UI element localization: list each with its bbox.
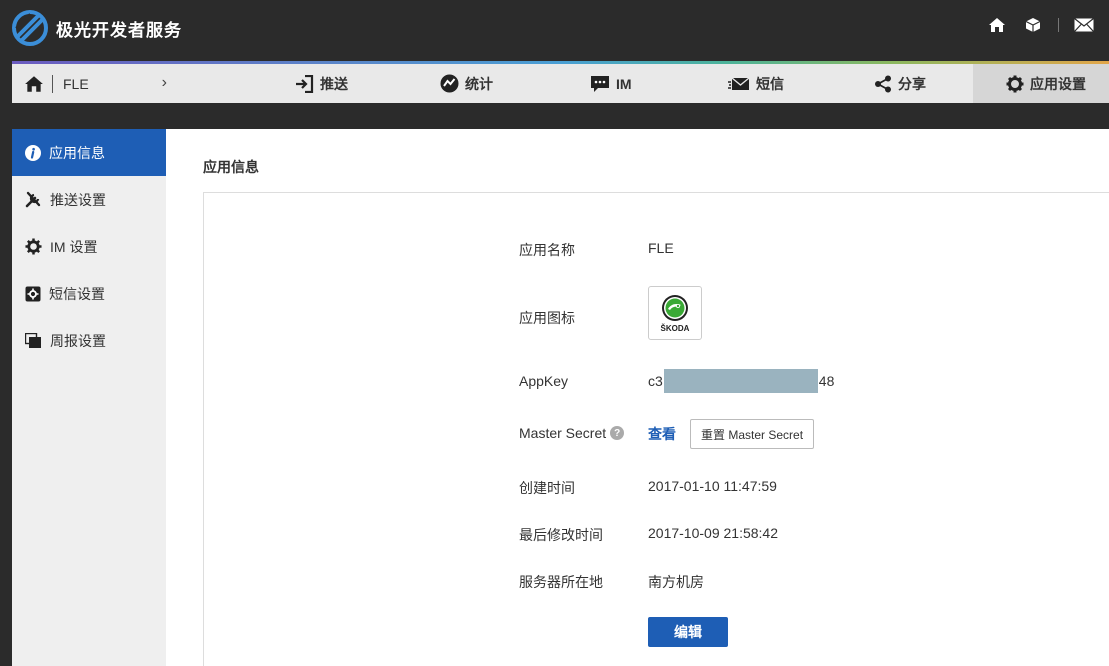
master-secret-label: Master Secret: [519, 425, 607, 441]
appkey-redaction-mask: [663, 369, 818, 393]
tab-share-label: 分享: [898, 75, 926, 92]
tools-icon: [25, 191, 41, 208]
report-icon: [25, 332, 41, 348]
appkey-prefix: c3: [648, 373, 663, 389]
main-nav: FLE › 推送 统计 IM 短信 分享 应用设置: [12, 61, 1109, 103]
edit-button[interactable]: 编辑: [648, 617, 728, 647]
share-icon: [875, 75, 891, 92]
tab-sms[interactable]: 短信: [728, 64, 784, 103]
gear-icon: [25, 238, 42, 255]
top-bar: 极光开发者服务: [0, 0, 1109, 60]
sidebar-item-label: 推送设置: [50, 191, 106, 208]
field-label-master-secret: Master Secret ?: [519, 425, 625, 441]
chat-icon: [591, 75, 609, 92]
sidebar-item-im-settings[interactable]: IM 设置: [12, 223, 166, 270]
sms-icon: [728, 76, 750, 90]
nav-home[interactable]: FLE ›: [12, 64, 167, 103]
main-content: 应用信息 应用名称 FLE 应用图标 ŠKODA AppKey c3 48 Ma…: [166, 129, 1109, 666]
nav-separator: [52, 74, 53, 93]
jiguang-logo-icon: [12, 10, 48, 46]
field-value-created: 2017-01-10 11:47:59: [648, 478, 777, 494]
view-secret-link[interactable]: 查看: [648, 424, 676, 444]
field-label-region: 服务器所在地: [519, 574, 603, 590]
home-icon: [25, 75, 43, 92]
top-separator: [1058, 18, 1059, 32]
stats-icon: [440, 74, 459, 93]
help-icon[interactable]: ?: [610, 426, 625, 440]
mail-icon[interactable]: [1073, 14, 1095, 36]
sidebar-item-label: IM 设置: [50, 238, 98, 255]
sidebar-item-label: 应用信息: [49, 144, 105, 161]
tab-stats-label: 统计: [465, 75, 493, 92]
field-label-created: 创建时间: [519, 480, 575, 496]
field-label-modified: 最后修改时间: [519, 527, 603, 543]
reset-master-secret-button[interactable]: 重置 Master Secret: [690, 419, 815, 449]
tab-im[interactable]: IM: [590, 64, 632, 103]
sidebar-item-push-settings[interactable]: 推送设置: [12, 176, 166, 223]
sidebar-item-label: 短信设置: [49, 285, 105, 302]
sms-settings-icon: [25, 286, 41, 301]
app-icon-brand: ŠKODA: [660, 323, 690, 333]
field-label-app-icon: 应用图标: [519, 310, 575, 326]
tab-share[interactable]: 分享: [874, 64, 926, 103]
app-icon-image: ŠKODA: [648, 286, 702, 340]
nav-color-stripe: [12, 61, 1109, 64]
current-app-name: FLE: [63, 75, 89, 92]
field-value-app-icon: ŠKODA: [648, 286, 702, 340]
chevron-right-icon[interactable]: ›: [162, 74, 167, 92]
tab-push[interactable]: 推送: [294, 64, 348, 103]
sidebar-item-label: 周报设置: [50, 332, 106, 349]
tab-stats[interactable]: 统计: [440, 64, 493, 103]
push-icon: [296, 74, 314, 93]
sidebar: 应用信息 推送设置 IM 设置 短信设置 周报设置: [12, 129, 166, 666]
sidebar-item-sms-settings[interactable]: 短信设置: [12, 270, 166, 317]
tab-app-settings-label: 应用设置: [1030, 75, 1086, 92]
cube-icon[interactable]: [1022, 14, 1044, 36]
top-icons: [972, 14, 1095, 36]
sidebar-item-app-info[interactable]: 应用信息: [12, 129, 166, 176]
app-info-card: 应用名称 FLE 应用图标 ŠKODA AppKey c3 48 Master …: [203, 192, 1109, 666]
tab-sms-label: 短信: [756, 75, 784, 92]
sidebar-item-weekly-report[interactable]: 周报设置: [12, 317, 166, 364]
field-value-app-name: FLE: [648, 240, 674, 256]
brand-title: 极光开发者服务: [56, 20, 182, 40]
info-icon: [25, 144, 41, 161]
brand[interactable]: 极光开发者服务: [12, 10, 182, 46]
tab-push-label: 推送: [320, 75, 348, 92]
field-label-app-name: 应用名称: [519, 242, 575, 258]
gear-icon: [1006, 75, 1024, 92]
field-value-appkey: c3 48: [648, 369, 834, 393]
field-value-modified: 2017-10-09 21:58:42: [648, 525, 778, 541]
tab-im-label: IM: [616, 75, 632, 92]
field-value-region: 南方机房: [648, 574, 704, 590]
field-value-master-secret: 查看 重置 Master Secret: [648, 419, 815, 449]
tab-app-settings[interactable]: 应用设置: [973, 64, 1109, 103]
page-title: 应用信息: [203, 159, 259, 175]
skoda-logo-icon: [662, 294, 688, 321]
appkey-suffix: 48: [818, 373, 835, 389]
home-icon[interactable]: [986, 14, 1008, 36]
field-label-appkey: AppKey: [519, 373, 569, 389]
